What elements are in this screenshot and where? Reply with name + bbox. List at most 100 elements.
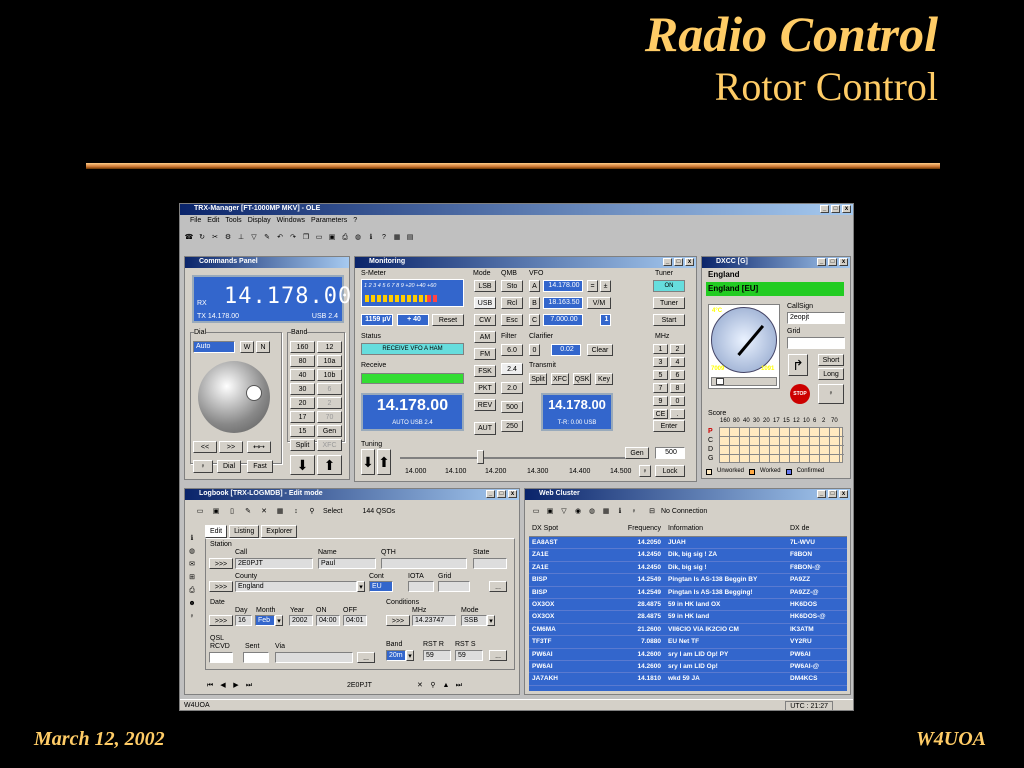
band-20[interactable]: 20 [290, 397, 315, 409]
cluster-grid-icon[interactable]: ▦ [601, 507, 611, 516]
band-6[interactable]: 6 [317, 383, 342, 395]
nav-last-icon[interactable]: ⏭ [244, 681, 254, 690]
month-dropdown-icon[interactable]: ▾ [275, 615, 283, 626]
fast-button[interactable]: Fast [247, 460, 273, 473]
date-go-button[interactable]: >>> [209, 615, 233, 626]
band-select[interactable]: 20m [386, 650, 406, 661]
help-icon[interactable]: ? [379, 233, 389, 242]
dial-button[interactable]: Dial [217, 460, 241, 473]
folder-icon[interactable]: ▭ [314, 233, 324, 242]
mode-pkt[interactable]: PKT [474, 382, 496, 394]
band-70[interactable]: 70 [317, 411, 342, 423]
menu-edit[interactable]: Edit [207, 216, 219, 227]
filter-2-4[interactable]: 2.4 [501, 363, 523, 375]
cluster-close-button[interactable]: x [839, 490, 848, 498]
reset-button[interactable]: Reset [432, 314, 464, 326]
filter-500[interactable]: 500 [501, 401, 523, 413]
up-arrow-icon[interactable]: ⬆ [317, 455, 342, 475]
conditions-go-button[interactable]: >>> [386, 615, 410, 626]
band-80[interactable]: 80 [290, 355, 315, 367]
cluster-maximize-button[interactable]: □ [828, 490, 837, 498]
vfo-equal-button[interactable]: = [587, 280, 598, 292]
info-side-icon[interactable]: ℹ [187, 534, 197, 543]
log-new-icon[interactable]: ▯ [227, 507, 237, 516]
logbook-maximize-button[interactable]: □ [497, 490, 506, 498]
day-input[interactable]: 16 [235, 615, 252, 626]
dxcc-minimize-button[interactable]: _ [817, 258, 826, 266]
iota-input[interactable] [408, 581, 434, 592]
country-go-button[interactable]: >>> [209, 581, 233, 592]
menu-file[interactable]: File [190, 216, 201, 227]
filter-250[interactable]: 250 [501, 420, 523, 432]
narrow-button[interactable]: N [256, 341, 270, 353]
menu-display[interactable]: Display [248, 216, 271, 227]
gen-step[interactable]: 500 [655, 447, 685, 459]
table-row[interactable]: PW6AI 14.2600 sry I am LID Op! PY PW6AI [529, 649, 847, 661]
pen-icon[interactable]: ✎ [262, 233, 272, 242]
tx-key-button[interactable]: Key [595, 373, 613, 385]
table-row[interactable]: BISP 14.2549 Pingtan Is AS-138 Begging! PA9… [529, 587, 847, 599]
connection-icon[interactable]: ⊟ [647, 507, 657, 516]
key-7[interactable]: 7 [653, 383, 668, 393]
station-go-button[interactable]: >>> [209, 558, 233, 569]
cluster-minimize-button[interactable]: _ [817, 490, 826, 498]
logbook-minimize-button[interactable]: _ [486, 490, 495, 498]
gen-button[interactable]: Gen [625, 447, 649, 459]
dxcc-maximize-button[interactable]: □ [828, 258, 837, 266]
dxcc-lamp-icon[interactable]: ♀ [818, 384, 844, 404]
key-6[interactable]: 6 [670, 370, 685, 380]
redo-icon[interactable]: ↷ [288, 233, 298, 242]
band-gen[interactable]: Gen [317, 425, 342, 437]
key-9[interactable]: 9 [653, 396, 668, 406]
filter-6-0[interactable]: 6.0 [501, 344, 523, 356]
mode-dropdown-icon[interactable]: ▾ [487, 615, 495, 626]
enter-button[interactable]: Enter [653, 420, 685, 432]
call-input[interactable]: 2E0PJT [235, 558, 313, 569]
cluster-open-icon[interactable]: ▭ [531, 507, 541, 516]
band-dropdown-icon[interactable]: ▾ [406, 650, 414, 661]
prev-button[interactable]: << [193, 441, 217, 453]
band-160[interactable]: 160 [290, 341, 315, 353]
globe-side-icon[interactable]: ◍ [187, 547, 197, 556]
nav-delete-icon[interactable]: ✕ [415, 681, 425, 690]
next-button[interactable]: >> [219, 441, 243, 453]
grid-field-input[interactable] [438, 581, 470, 592]
qmb-rcl[interactable]: Rcl [501, 297, 523, 309]
monitoring-close-button[interactable]: x [685, 258, 694, 266]
band-30[interactable]: 30 [290, 383, 315, 395]
refresh-icon[interactable]: ↻ [197, 233, 207, 242]
tune-down-icon[interactable]: ⬇ [361, 449, 375, 475]
map-scroll-thumb[interactable] [716, 378, 724, 385]
mode-usb[interactable]: USB [474, 297, 496, 309]
table-row[interactable]: PW6AI 14.2600 sry I am LID Op! PW6AI-@ [529, 661, 847, 674]
log-save-icon[interactable]: ▣ [211, 507, 221, 516]
down-arrow-icon[interactable]: ⬇ [290, 455, 315, 475]
rotor-turn-icon[interactable]: ↱ [788, 354, 808, 376]
vfo-c[interactable]: C [529, 314, 540, 326]
wide-button[interactable]: W [240, 341, 254, 353]
cluster-globe-icon[interactable]: ◍ [587, 507, 597, 516]
save-icon[interactable]: ▣ [327, 233, 337, 242]
table-row[interactable]: ZA1E 14.2450 Dik, big sig ! ZA F8BON [529, 549, 847, 562]
tx-xfc-button[interactable]: XFC [551, 373, 569, 385]
menu-parameters[interactable]: Parameters [311, 216, 347, 227]
copy-icon[interactable]: ❐ [301, 233, 311, 242]
mode-rev[interactable]: REV [474, 399, 496, 411]
mode-fm[interactable]: FM [474, 348, 496, 360]
cluster-save-icon[interactable]: ▣ [545, 507, 555, 516]
log-wrench-icon[interactable]: ✎ [243, 507, 253, 516]
log-search-icon[interactable]: ⚲ [307, 507, 317, 516]
qsl-side-icon[interactable]: ⊞ [187, 573, 197, 582]
menu-help[interactable]: ? [353, 216, 357, 227]
year-input[interactable]: 2002 [289, 615, 313, 626]
nav-next-icon[interactable]: ▶ [231, 681, 241, 690]
table-row[interactable]: ZA1E 14.2450 Dik, big sig ! F8BON-@ [529, 562, 847, 575]
via-more-button[interactable]: ... [357, 652, 375, 663]
rcvd-select[interactable] [209, 652, 233, 663]
country-input[interactable]: England [235, 581, 357, 592]
table-row[interactable]: TF3TF 7.0880 EU Net TF VY2RU [529, 636, 847, 649]
vfo-b[interactable]: B [529, 297, 540, 309]
mode-cw[interactable]: CW [474, 314, 496, 326]
phone-icon[interactable]: ☎ [184, 233, 194, 242]
stop-button[interactable]: STOP [790, 384, 810, 404]
